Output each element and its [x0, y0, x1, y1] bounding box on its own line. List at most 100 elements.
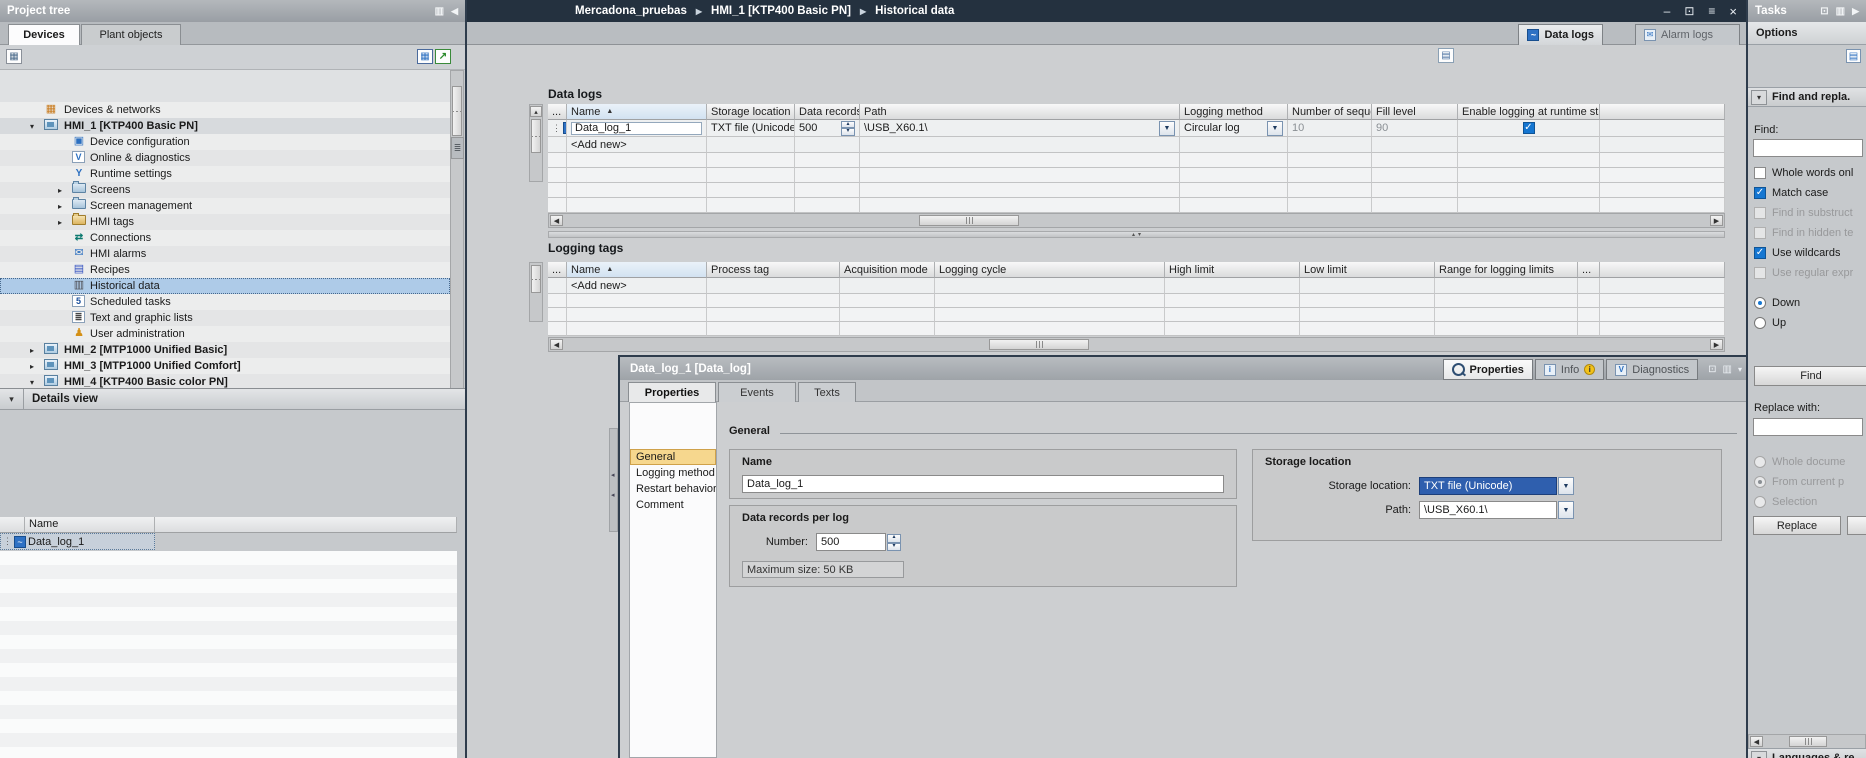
- breadcrumb-item-historical-data[interactable]: Historical data: [875, 5, 954, 17]
- tree-item-screens[interactable]: ▸Screens: [0, 182, 450, 198]
- tab-properties[interactable]: Properties: [1443, 359, 1533, 380]
- chevron-down-icon[interactable]: ▼: [1558, 501, 1574, 519]
- logging-tags-vscrollbar[interactable]: [529, 262, 543, 322]
- column-header-path[interactable]: Path: [860, 104, 1180, 120]
- add-new-row[interactable]: <Add new>: [548, 278, 1725, 294]
- column-header-enable-logging-at-runtime-st[interactable]: Enable logging at runtime st..: [1458, 104, 1600, 120]
- column-header-low-limit[interactable]: Low limit: [1300, 262, 1435, 278]
- restore-button[interactable]: ⊡: [1684, 4, 1694, 18]
- scrollbar-thumb[interactable]: [989, 339, 1089, 350]
- data-log-row[interactable]: ⋮~Data_log_1TXT file (Unicode)▼500▴▾\USB…: [548, 120, 1725, 137]
- window-menu-button[interactable]: ≡: [1708, 4, 1715, 18]
- scrollbar-thumb[interactable]: [1789, 736, 1827, 747]
- find-replace-header[interactable]: ▾ Find and repla.: [1748, 87, 1866, 107]
- tree-item-online-diagnostics[interactable]: VOnline & diagnostics: [0, 150, 450, 166]
- number-field[interactable]: 500: [816, 533, 886, 551]
- path-select[interactable]: \USB_X60.1\: [1419, 501, 1557, 519]
- nav-item-comment[interactable]: Comment: [630, 497, 716, 513]
- column-header-number-of-sequen[interactable]: Number of sequen...: [1288, 104, 1372, 120]
- checkbox-row-use-wildcards[interactable]: ✓Use wildcards: [1754, 246, 1840, 260]
- chevron-down-icon[interactable]: ▼: [1558, 477, 1574, 495]
- checkbox-use-regular-expr[interactable]: [1754, 267, 1766, 279]
- tree-item-hmi-tags[interactable]: ▸HMI tags: [0, 214, 450, 230]
- find-input[interactable]: [1753, 139, 1863, 157]
- cell-logging-method[interactable]: Circular log▼: [1180, 120, 1288, 137]
- float-pane-icon[interactable]: ⊡: [1820, 6, 1828, 17]
- enable-logging-checkbox[interactable]: ✓: [1523, 122, 1535, 134]
- nav-item-restart-behavior[interactable]: Restart behavior: [630, 481, 716, 497]
- column-header-blank[interactable]: [1600, 104, 1725, 120]
- properties-pane-splitter[interactable]: ◂ ◂: [609, 428, 618, 532]
- tree-item-hmi-3-mtp1000-unified-comfort[interactable]: ▸HMI_3 [MTP1000 Unified Comfort]: [0, 358, 450, 374]
- export-icon[interactable]: ↗: [435, 49, 451, 64]
- checkbox-find-in-hidden-te[interactable]: [1754, 227, 1766, 239]
- replace-input[interactable]: [1753, 418, 1863, 436]
- columns-icon[interactable]: ▥: [1836, 6, 1845, 17]
- column-header-blank[interactable]: ...: [548, 104, 567, 120]
- collapse-panel-right-icon[interactable]: ▶: [1852, 6, 1859, 17]
- radio-selection[interactable]: [1754, 496, 1766, 508]
- logging-tags-hscrollbar[interactable]: ◀ ▶: [548, 337, 1725, 352]
- collapse-left-icon[interactable]: ◂: [611, 471, 615, 479]
- tab-plant-objects[interactable]: Plant objects: [81, 24, 181, 45]
- storage-location-select[interactable]: TXT file (Unicode): [1419, 477, 1557, 495]
- sort-tree-icon[interactable]: ▦: [6, 49, 22, 64]
- chevron-down-icon[interactable]: ▾: [0, 389, 24, 409]
- find-button[interactable]: Find: [1754, 366, 1866, 386]
- chevron-down-icon[interactable]: ▼: [1159, 121, 1175, 136]
- data-logs-hscrollbar[interactable]: ◀ ▶: [548, 213, 1725, 228]
- radio-row-from-current-p[interactable]: From current p: [1754, 475, 1844, 489]
- radio-from-current-p[interactable]: [1754, 476, 1766, 488]
- checkbox-row-whole-words-onl[interactable]: Whole words onl: [1754, 166, 1853, 180]
- column-header-blank[interactable]: ...: [1578, 262, 1600, 278]
- collapse-left-icon[interactable]: ◂: [611, 491, 615, 499]
- scrollbar-thumb[interactable]: [919, 215, 1019, 226]
- cell-add-new[interactable]: <Add new>: [567, 278, 707, 294]
- cell-name[interactable]: Data_log_1: [567, 120, 707, 137]
- cell-fill-level[interactable]: 90: [1372, 120, 1458, 137]
- tree-item-device-configuration[interactable]: ▣Device configuration: [0, 134, 450, 150]
- cell-number-of-sequences[interactable]: 10: [1288, 120, 1372, 137]
- pane-menu-icon[interactable]: ▥: [1723, 364, 1732, 375]
- column-header-acquisition-mode[interactable]: Acquisition mode: [840, 262, 935, 278]
- expand-arrow-down-icon[interactable]: ▾: [30, 122, 34, 131]
- column-header-process-tag[interactable]: Process tag: [707, 262, 840, 278]
- column-header-high-limit[interactable]: High limit: [1165, 262, 1300, 278]
- subtab-texts[interactable]: Texts: [798, 382, 856, 402]
- checkbox-row-match-case[interactable]: ✓Match case: [1754, 186, 1828, 200]
- languages-resources-section-header[interactable]: ▾ Languages & re: [1748, 748, 1866, 758]
- expand-arrow-right-icon[interactable]: ▸: [58, 218, 62, 227]
- column-header-storage-location[interactable]: Storage location: [707, 104, 795, 120]
- radio-up[interactable]: [1754, 317, 1766, 329]
- name-field[interactable]: Data_log_1: [742, 475, 1224, 493]
- radio-row-down[interactable]: Down: [1754, 296, 1800, 310]
- replace-all-button[interactable]: [1847, 516, 1866, 535]
- cell-enable-logging[interactable]: ✓: [1458, 120, 1600, 137]
- tree-item-hmi-2-mtp1000-unified-basic[interactable]: ▸HMI_2 [MTP1000 Unified Basic]: [0, 342, 450, 358]
- number-spinner[interactable]: ▴▾: [887, 534, 901, 551]
- scrollbar-thumb[interactable]: [531, 119, 541, 153]
- checkbox-whole-words-onl[interactable]: [1754, 167, 1766, 179]
- tab-diagnostics[interactable]: V Diagnostics: [1606, 359, 1698, 380]
- checkbox-row-find-in-substruct[interactable]: Find in substruct: [1754, 206, 1853, 220]
- collapse-pane-icon[interactable]: ▾: [1738, 365, 1742, 374]
- checkbox-use-wildcards[interactable]: ✓: [1754, 247, 1766, 259]
- scroll-left-icon[interactable]: ◀: [550, 215, 563, 226]
- checkbox-match-case[interactable]: ✓: [1754, 187, 1766, 199]
- data-logs-vscrollbar[interactable]: ▴: [529, 104, 543, 182]
- nav-item-logging-method[interactable]: Logging method: [630, 465, 716, 481]
- scrollbar-thumb[interactable]: [452, 86, 462, 136]
- scrollbar-thumb[interactable]: [531, 265, 541, 293]
- tree-item-screen-management[interactable]: ▸Screen management: [0, 198, 450, 214]
- tree-item-connections[interactable]: ⇄Connections: [0, 230, 450, 246]
- tree-item-hmi-1-ktp400-basic-pn[interactable]: ▾HMI_1 [KTP400 Basic PN]: [0, 118, 450, 134]
- cell-data-records[interactable]: 500▴▾: [795, 120, 860, 137]
- tree-item-scheduled-tasks[interactable]: 5Scheduled tasks: [0, 294, 450, 310]
- chevron-down-icon[interactable]: ▼: [1267, 121, 1283, 136]
- expand-arrow-right-icon[interactable]: ▸: [58, 186, 62, 195]
- cell-path[interactable]: \USB_X60.1\▼: [860, 120, 1180, 137]
- table-view-icon[interactable]: ▦: [417, 49, 433, 64]
- breadcrumb-item-mercadona-pruebas[interactable]: Mercadona_pruebas: [575, 5, 687, 17]
- expand-arrow-right-icon[interactable]: ▸: [58, 202, 62, 211]
- tasks-hscrollbar[interactable]: ◀: [1748, 734, 1866, 749]
